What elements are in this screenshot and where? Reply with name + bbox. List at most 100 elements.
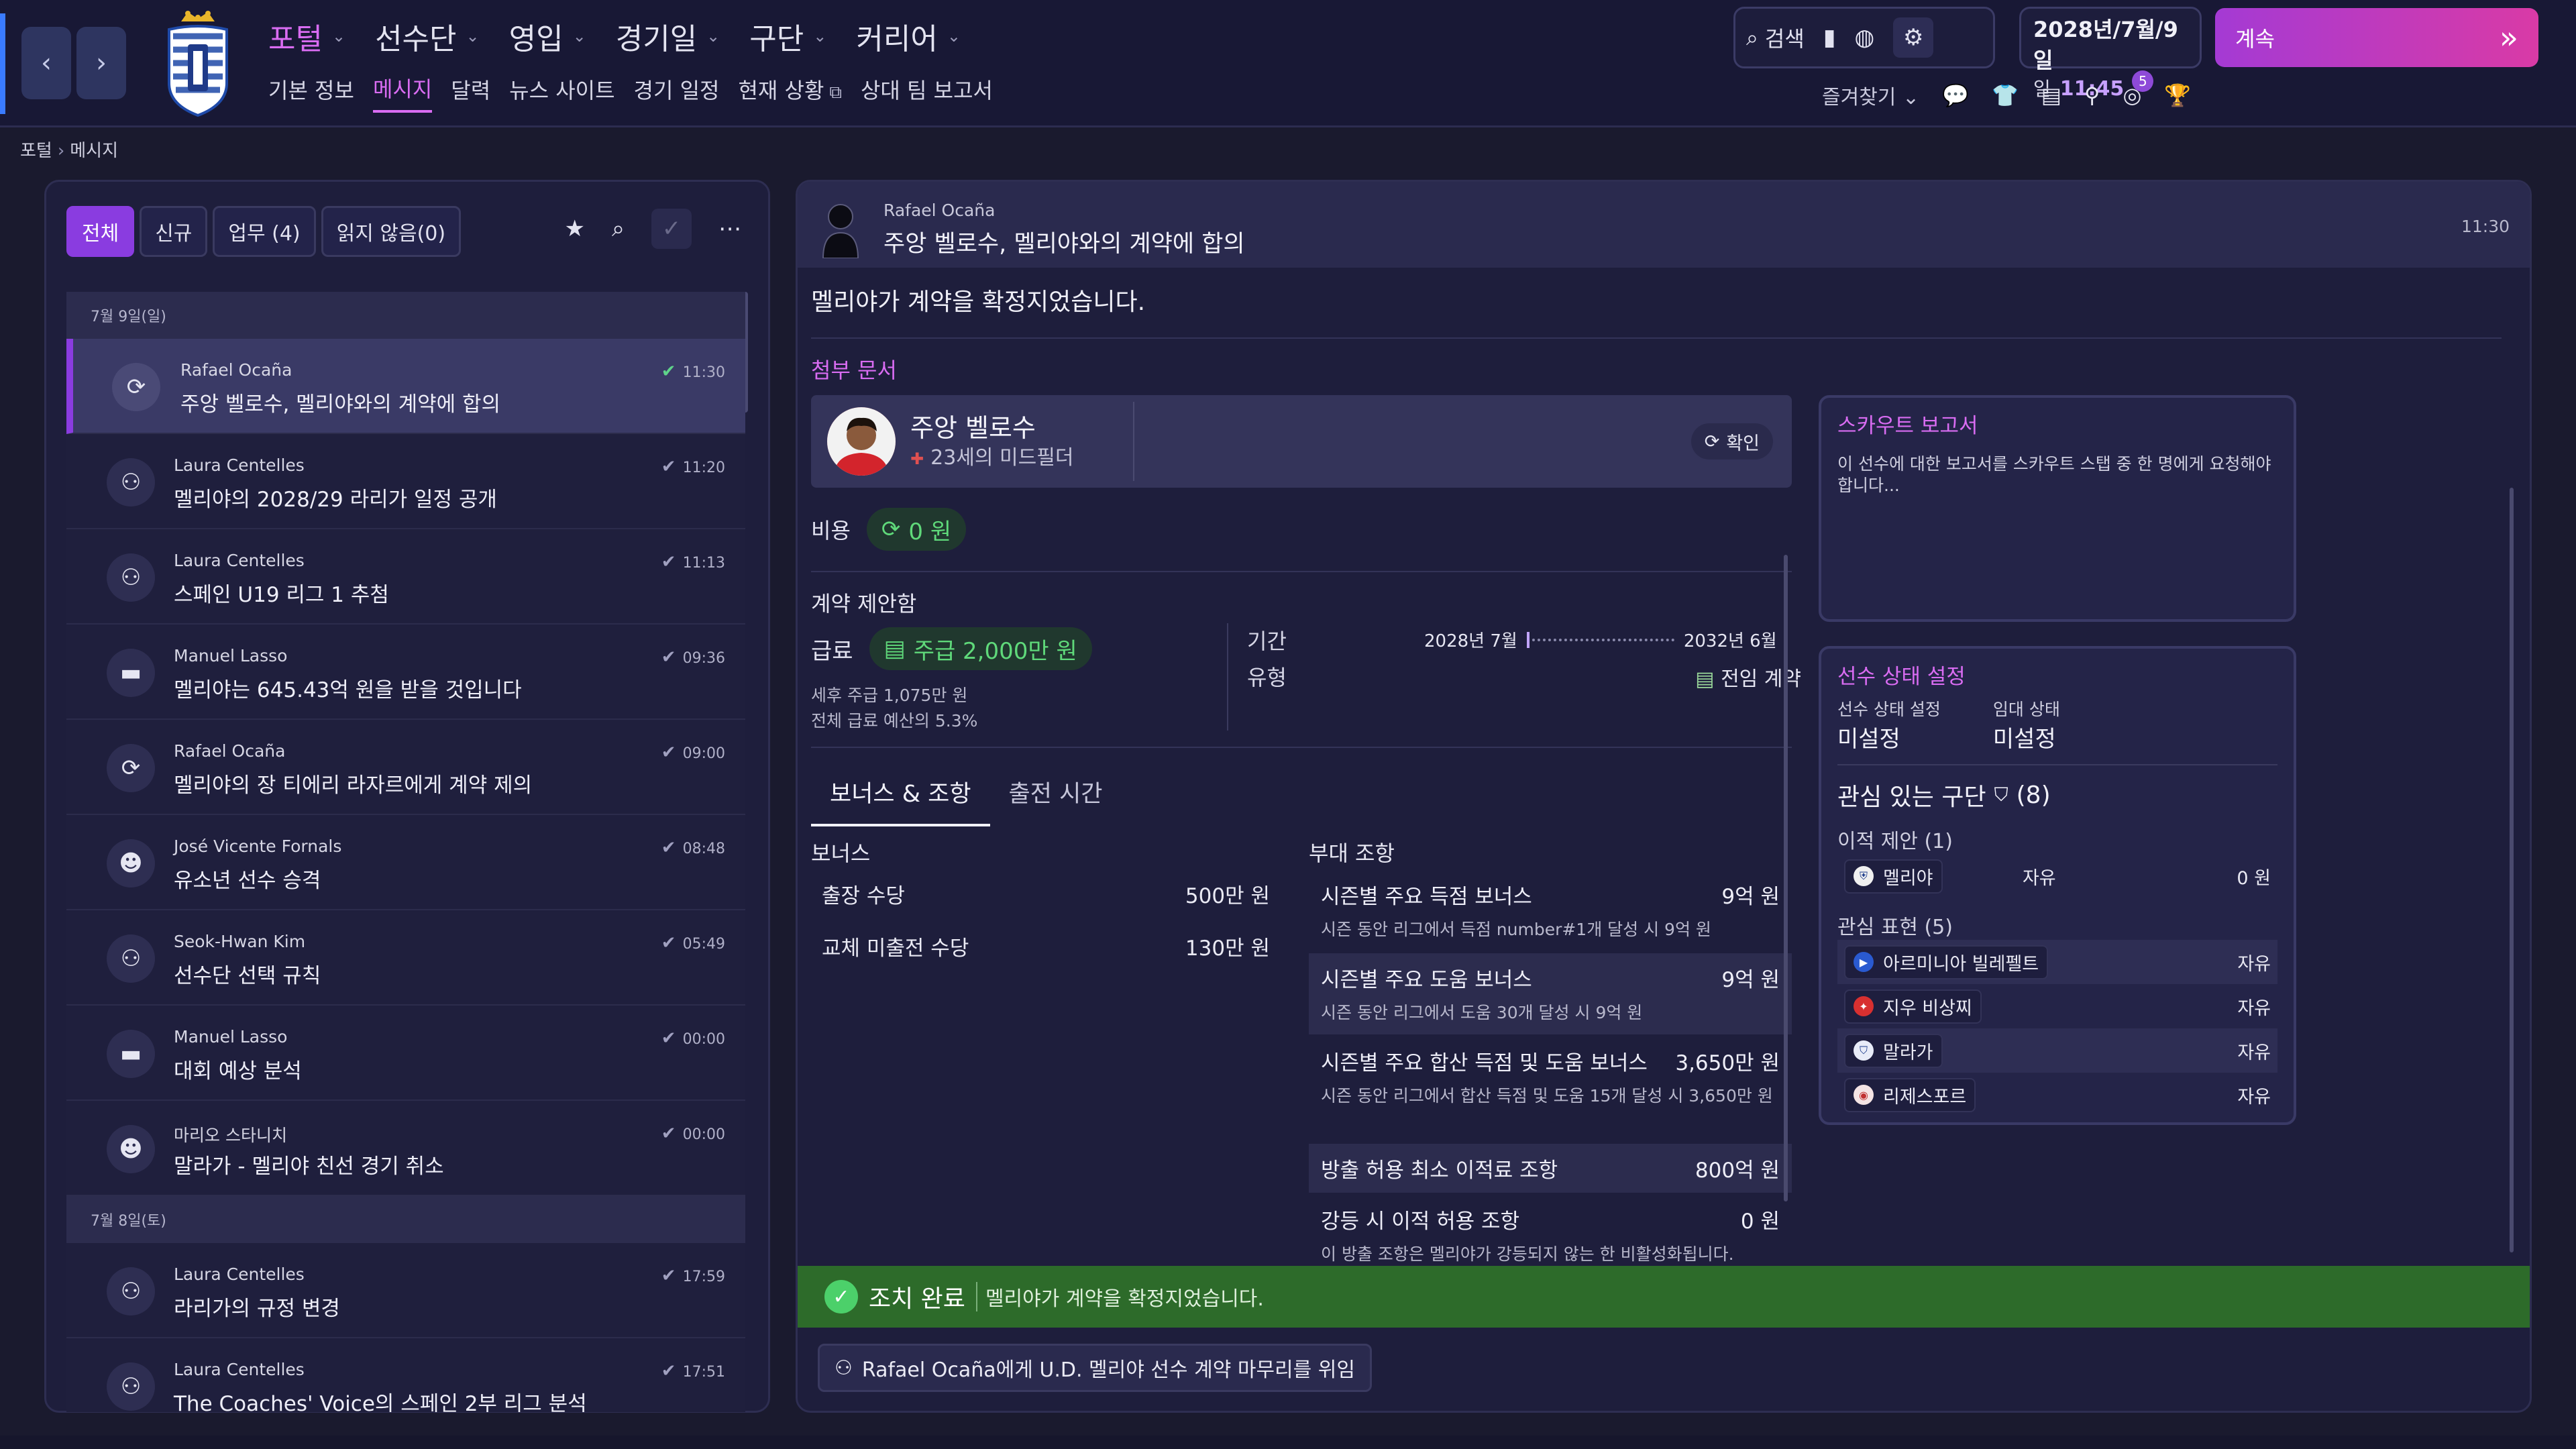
loan-status[interactable]: 임대 상태 미설정 [1993, 696, 2060, 753]
delegate-button[interactable]: ⚇ Rafael Ocaña에게 U.D. 멜리야 선수 계약 마무리를 위임 [818, 1344, 1372, 1392]
nav-club[interactable]: 구단 ⌄ [749, 15, 826, 58]
message-time: 08:48 [682, 841, 725, 857]
search-icon[interactable]: ⌕ [612, 215, 625, 242]
message-item[interactable]: ⚇ Laura Centelles 스페인 U19 리그 1 추첨 ✔ 11:13 [66, 529, 745, 625]
club-link[interactable]: ✦ 지우 비상찌 [1844, 989, 1982, 1024]
subnav-calendar[interactable]: 달력 [451, 74, 490, 111]
clause-description: 시즌 동안 리그에서 도움 30개 달성 시 9억 원 [1321, 1003, 1643, 1022]
interested-clubs-count: (8) [2016, 781, 2051, 809]
contract-icon[interactable]: ▤ [2041, 83, 2061, 108]
message-item[interactable]: ⟳ Rafael Ocaña 주앙 벨로수, 멜리야와의 계약에 합의 ✔ 11:… [66, 339, 745, 434]
term-value: 2028년 7월 2032년 6월 [1424, 627, 1777, 652]
message-time: 05:49 [682, 936, 725, 953]
chevron-down-icon: ⌄ [706, 27, 720, 46]
clauses-heading: 부대 조항 [1309, 841, 1395, 866]
message-item[interactable]: ☻ José Vicente Fornals 유소년 선수 승격 ✔ 08:48 [66, 815, 745, 910]
message-item[interactable]: ⚇ Laura Centelles The Coaches' Voice의 스페… [66, 1338, 745, 1412]
contract-tabs: 보너스 & 조항 출전 시간 [811, 764, 1121, 826]
game-date[interactable]: 2028년/7월/9일 일 11:45 [2019, 7, 2202, 101]
breadcrumb-current: 메시지 [70, 141, 119, 161]
interest-status: 자유 [2237, 998, 2271, 1019]
message-item[interactable]: ⚇ Laura Centelles 라리가의 규정 변경 ✔ 17:59 [66, 1243, 745, 1338]
message-item[interactable]: ⟳ Rafael Ocaña 멜리야의 장 티에리 라자르에게 계약 제의 ✔ 0… [66, 720, 745, 815]
chat-icon[interactable]: 💬 [1942, 83, 1969, 108]
player-card[interactable]: 주앙 벨로수 ✚ 23세의 미드필더 ⟳ 확인 [811, 395, 1792, 488]
filter-tasks[interactable]: 업무 (4) [213, 206, 316, 257]
clause-row: 시즌별 주요 합산 득점 및 도움 보너스 3,650만 원 시즌 동안 리그에서… [1309, 1036, 1792, 1118]
club-link[interactable]: ▶ 아르미니아 빌레펠트 [1844, 945, 2049, 979]
filter-all[interactable]: 전체 [66, 206, 135, 257]
delegate-icon: ⚇ [835, 1356, 853, 1380]
detail-scrollbar[interactable] [2510, 488, 2514, 1252]
clause-description: 이 방출 조항은 멜리야가 강등되지 않는 한 비활성화됩니다. [1321, 1244, 1734, 1262]
breadcrumb-root[interactable]: 포털 [20, 141, 52, 161]
tab-playing-time[interactable]: 출전 시간 [990, 764, 1122, 826]
club-crest-icon[interactable] [161, 9, 235, 118]
bookmark-icon[interactable]: ▮ [1823, 24, 1836, 51]
club-link[interactable]: ⛨ 멜리야 [1844, 859, 1943, 894]
message-detail-panel: Rafael Ocaña 주앙 벨로수, 멜리야와의 계약에 합의 11:30 … [796, 180, 2532, 1413]
message-subject: 선수단 선택 규칙 [174, 964, 321, 988]
message-item[interactable]: ⚇ Seok-Hwan Kim 선수단 선택 규칙 ✔ 05:49 [66, 910, 745, 1006]
briefcase-icon: ▬ [107, 1030, 155, 1078]
read-check-icon: ✔ [661, 362, 676, 382]
globe-icon[interactable]: ◍ [1855, 24, 1875, 51]
salary-value: ▤ 주급 2,000만 원 [869, 627, 1092, 670]
nav-transfers[interactable]: 영입 ⌄ [509, 15, 586, 58]
nav-career[interactable]: 커리어 ⌄ [856, 15, 961, 58]
club-link[interactable]: ⛉ 말라가 [1844, 1033, 1943, 1068]
back-button[interactable]: ‹ [21, 27, 71, 99]
subnav-news[interactable]: 뉴스 사이트 [509, 74, 614, 111]
message-item[interactable]: ▬ Manuel Lasso 대회 예상 분석 ✔ 00:00 [66, 1006, 745, 1101]
message-item[interactable]: ▬ Manuel Lasso 멜리야는 645.43억 원을 받을 것입니다 ✔… [66, 625, 745, 720]
player-name[interactable]: 주앙 벨로수 [910, 407, 1036, 444]
filter-unread[interactable]: 읽지 않음(0) [321, 206, 462, 257]
search-button[interactable]: ⌕ 검색 [1746, 22, 1805, 53]
clause-value: 3,650만 원 [1675, 1051, 1780, 1075]
salary-budget: 전체 급료 예산의 5.3% [811, 711, 978, 731]
subnav-overview[interactable]: 기본 정보 [268, 74, 354, 111]
tab-bonuses[interactable]: 보너스 & 조항 [811, 764, 990, 826]
staff-icon[interactable]: ⚲ [2084, 83, 2100, 108]
nav-matchday[interactable]: 경기일 ⌄ [616, 15, 720, 58]
shirt-icon[interactable]: 👕 [1992, 83, 2019, 108]
club-link[interactable]: ◉ 리제스포르 [1844, 1077, 1976, 1112]
refresh-icon: ⟳ [112, 363, 160, 411]
subnav-status[interactable]: 현재 상황 ⧉ [738, 74, 842, 111]
message-header: Rafael Ocaña 주앙 벨로수, 멜리야와의 계약에 합의 11:30 [798, 182, 2530, 268]
subnav-opponent-report[interactable]: 상대 팀 보고서 [861, 74, 993, 111]
interest-status: 자유 [2237, 1042, 2271, 1063]
confirm-button[interactable]: ⟳ 확인 [1690, 423, 1773, 460]
clause-label: 시즌별 주요 도움 보너스 [1321, 968, 1532, 992]
message-item[interactable]: ☻ 마리오 스타니치 말라가 - 멜리야 친선 경기 취소 ✔ 00:00 [66, 1101, 745, 1196]
cost-value: ⟳ 0 원 [866, 508, 967, 551]
shield-icon: ⛉ [1994, 784, 2008, 806]
salary-after-tax: 세후 주급 1,075만 원 [811, 686, 968, 705]
message-sender: Rafael Ocaña [180, 360, 292, 380]
message-item[interactable]: ⚇ Laura Centelles 멜리야의 2028/29 라리가 일정 공개… [66, 434, 745, 529]
message-time: 09:00 [682, 745, 725, 762]
mark-read-icon[interactable]: ✓ [651, 209, 692, 249]
nav-portal[interactable]: 포털 ⌄ [268, 15, 345, 58]
filter-new[interactable]: 신규 [140, 206, 208, 257]
nav-squad[interactable]: 선수단 ⌄ [375, 15, 480, 58]
trophy-icon[interactable]: 🏆 [2164, 83, 2191, 108]
gear-icon[interactable]: ⚙ [1893, 17, 1934, 58]
scout-report-box[interactable]: 스카우트 보고서 이 선수에 대한 보고서를 스카우트 스탭 중 한 명에게 요… [1819, 395, 2296, 622]
forward-button[interactable]: › [76, 27, 126, 99]
nav-label: 선수단 [375, 22, 457, 56]
star-icon[interactable]: ★ [564, 215, 584, 242]
club-crest-icon: ⛨ [1854, 866, 1874, 886]
message-time: 09:36 [682, 650, 725, 667]
notifications-icon[interactable]: ◎ 5 [2123, 70, 2154, 108]
favorites-dropdown[interactable]: 즐겨찾기 ⌄ [1822, 80, 1919, 110]
more-icon[interactable]: ⋯ [718, 215, 741, 242]
nav-label: 영입 [508, 22, 564, 56]
chevron-down-icon: ⌄ [813, 27, 827, 46]
main-nav: 포털 ⌄ 선수단 ⌄ 영입 ⌄ 경기일 ⌄ 구단 ⌄ 커리어 ⌄ [268, 9, 961, 63]
contract-scrollbar[interactable] [1784, 555, 1788, 1201]
subnav-inbox[interactable]: 메시지 [372, 72, 433, 113]
transfer-status[interactable]: 선수 상태 설정 미설정 [1837, 696, 1941, 753]
continue-button[interactable]: 계속 » [2215, 8, 2538, 67]
subnav-fixtures[interactable]: 경기 일정 [634, 74, 720, 111]
